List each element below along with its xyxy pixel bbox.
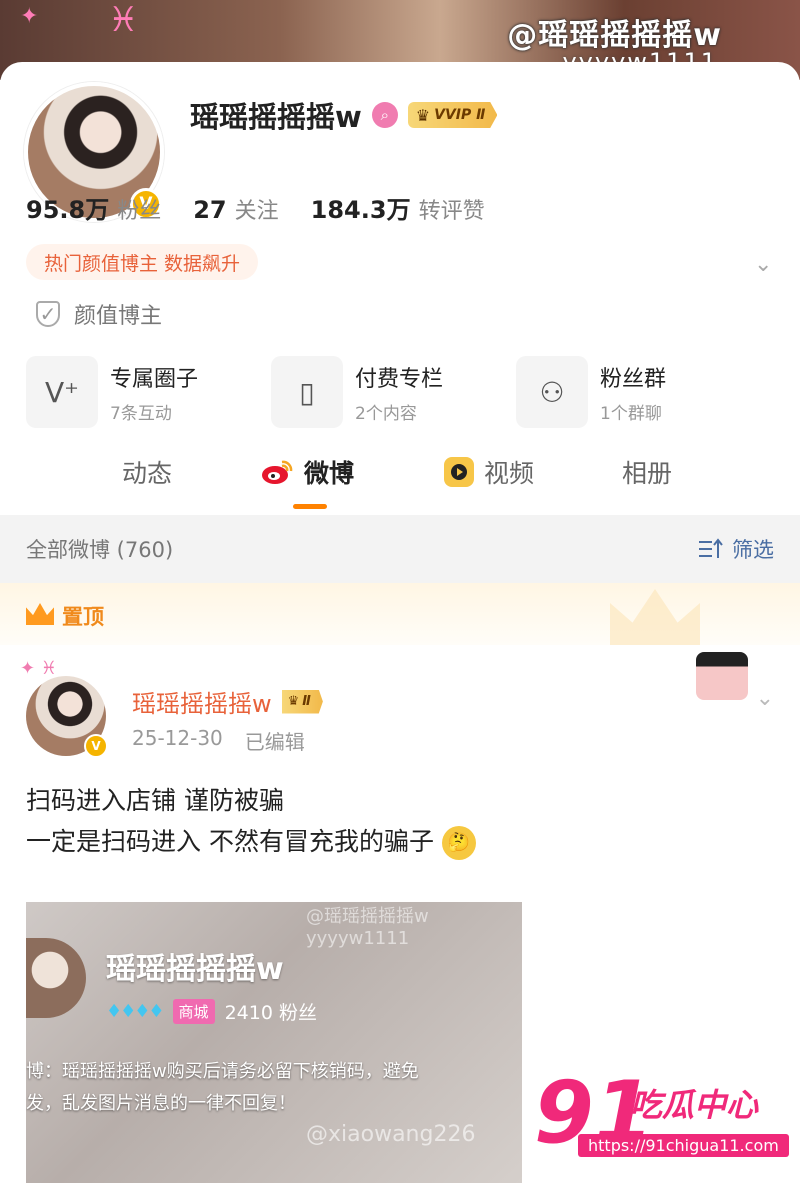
- video-play-icon: [444, 457, 474, 487]
- post-author-avatar[interactable]: ✦ ♓ V: [20, 658, 108, 758]
- stat-value: 184.3万: [310, 196, 411, 224]
- post-author-name[interactable]: 瑶瑶摇摇摇w: [132, 684, 272, 719]
- logo-url: https://91chigua11.com: [578, 1134, 789, 1157]
- weibo-logo-icon: [262, 460, 293, 484]
- creator-tagline[interactable]: ✓ 颜值博主: [36, 298, 162, 330]
- feature-fan-group[interactable]: ⚇ 粉丝群 1个群聊: [516, 356, 761, 428]
- tab-label: 微博: [304, 459, 355, 488]
- feature-subtitle: 7条互动: [110, 403, 172, 424]
- feature-title: 专属圈子: [110, 366, 199, 392]
- vip-badge-label: Ⅱ: [302, 694, 311, 709]
- stat-label: 转评赞: [418, 199, 485, 224]
- stat-label: 粉丝: [117, 199, 162, 224]
- chevron-down-icon[interactable]: ⌄: [754, 252, 774, 277]
- stat-followers[interactable]: 95.8万 粉丝: [26, 190, 161, 225]
- thinking-emoji-icon: 🤔: [441, 826, 476, 860]
- sticker-decoration-icon: [696, 652, 748, 700]
- post-menu-chevron-icon[interactable]: ⌄: [756, 686, 774, 711]
- filter-label: 筛选: [732, 538, 774, 562]
- tab-label: 相册: [622, 459, 673, 488]
- hot-creator-tag[interactable]: 热门颜值博主 数据飙升: [26, 244, 259, 280]
- embed-notice-line: 发，乱发图片消息的一律不回复！: [26, 1093, 296, 1114]
- feature-paid-column[interactable]: ▯ 付费专栏 2个内容: [271, 356, 516, 428]
- tab-label: 视频: [484, 459, 535, 488]
- verified-badge-icon: V: [84, 734, 108, 758]
- filter-button[interactable]: 筛选: [698, 534, 774, 564]
- embed-avatar: [26, 938, 86, 1018]
- vvip-badge[interactable]: ♛ VVIP Ⅱ: [407, 102, 498, 128]
- feed-filter-bar: 全部微博 (760) 筛选: [0, 515, 800, 583]
- circle-v-plus-icon: V⁺: [26, 356, 98, 428]
- stat-label: 关注: [234, 199, 279, 224]
- post-vip-badge[interactable]: ♛ Ⅱ: [281, 689, 323, 714]
- image-watermark-bottom: @xiaowang226: [306, 1122, 476, 1147]
- feature-title: 粉丝群: [600, 366, 667, 392]
- shield-icon: ✓: [36, 301, 60, 327]
- diamond-level-icon: ♦♦♦♦: [106, 1001, 165, 1022]
- feature-title: 付费专栏: [355, 366, 444, 392]
- feature-subtitle: 1个群聊: [600, 403, 662, 424]
- bookmark-book-icon: ▯: [271, 356, 343, 428]
- image-watermark-top: @瑶瑶摇摇摇w yyyyw1111: [306, 906, 429, 949]
- group-people-icon: ⚇: [516, 356, 588, 428]
- active-tab-indicator: [293, 504, 327, 509]
- post-edited-label[interactable]: 已编辑: [245, 726, 305, 755]
- profile-stats: 95.8万 粉丝 27 关注 184.3万 转评赞: [26, 190, 485, 225]
- embed-shop-stats: ♦♦♦♦ 商城 2410 粉丝: [106, 998, 317, 1025]
- post-author-row: 瑶瑶摇摇摇w ♛ Ⅱ: [132, 684, 323, 719]
- profile-tabs: 动态 微博 视频 相册: [0, 454, 800, 514]
- post-meta: 25-12-30 已编辑: [132, 726, 305, 755]
- embed-notice-line: 博：瑶瑶摇摇摇w购买后请务必留下核销码，避免: [26, 1061, 419, 1082]
- post-body[interactable]: 扫码进入店铺 谨防被骗 一定是扫码进入 不然有冒充我的骗子 🤔: [26, 780, 476, 862]
- tab-video[interactable]: 视频: [444, 454, 534, 490]
- search-badge-icon[interactable]: ⌕: [371, 102, 398, 128]
- site-watermark-logo: 91 吃瓜中心 https://91chigua11.com: [534, 1068, 789, 1168]
- logo-text: 吃瓜中心: [630, 1086, 759, 1124]
- profile-name: 瑶瑶摇摇摇w: [190, 100, 362, 134]
- filter-icon: [699, 538, 723, 558]
- tab-activity[interactable]: 动态: [122, 454, 172, 490]
- embed-notice: 博：瑶瑶摇摇摇w购买后请务必留下核销码，避免 发，乱发图片消息的一律不回复！: [26, 1056, 522, 1120]
- decorative-crown-icon: [610, 589, 700, 645]
- feature-exclusive-circle[interactable]: V⁺ 专属圈子 7条互动: [26, 356, 271, 428]
- vvip-badge-label: VVIP Ⅱ: [434, 107, 486, 123]
- feature-subtitle: 2个内容: [355, 403, 417, 424]
- post-line-1: 扫码进入店铺 谨防被骗: [26, 786, 284, 815]
- crown-icon: ♛: [415, 105, 431, 125]
- pinned-label: 置顶: [62, 605, 104, 629]
- tagline-label: 颜值博主: [74, 304, 163, 329]
- stat-value: 27: [193, 196, 227, 224]
- pinned-crown-icon: [26, 603, 54, 625]
- stat-interactions[interactable]: 184.3万 转评赞: [311, 190, 485, 225]
- pinned-banner: 置顶: [0, 583, 800, 645]
- all-posts-count[interactable]: 全部微博 (760): [26, 534, 173, 564]
- star-decoration-icon: ✦ ♓: [20, 658, 57, 679]
- embed-fans-count: 2410 粉丝: [224, 1002, 317, 1024]
- feature-row: V⁺ 专属圈子 7条互动 ▯ 付费专栏 2个内容 ⚇ 粉丝群 1个群聊: [26, 356, 761, 428]
- crown-icon: ♛: [287, 694, 300, 709]
- tab-label: 动态: [122, 459, 173, 488]
- profile-card: V 瑶瑶摇摇摇w ⌕ ♛ VVIP Ⅱ 95.8万 粉丝 27 关注 184.3…: [0, 62, 800, 522]
- stat-value: 95.8万: [26, 196, 110, 224]
- star-decoration-icon: ✦: [20, 4, 39, 29]
- embed-shop-name: 瑶瑶摇摇摇w: [106, 952, 284, 987]
- stat-following[interactable]: 27 关注: [193, 193, 278, 225]
- pisces-icon: ♓: [108, 0, 139, 40]
- tab-album[interactable]: 相册: [622, 454, 672, 490]
- post-image[interactable]: @瑶瑶摇摇摇w yyyyw1111 瑶瑶摇摇摇w ♦♦♦♦ 商城 2410 粉丝…: [26, 902, 522, 1183]
- post-line-2: 一定是扫码进入 不然有冒充我的骗子: [26, 827, 434, 856]
- tab-weibo[interactable]: 微博: [260, 454, 354, 490]
- mall-tag: 商城: [172, 999, 215, 1024]
- post-date: 25-12-30: [132, 726, 223, 750]
- profile-name-row: 瑶瑶摇摇摇w ⌕ ♛ VVIP Ⅱ: [190, 94, 498, 136]
